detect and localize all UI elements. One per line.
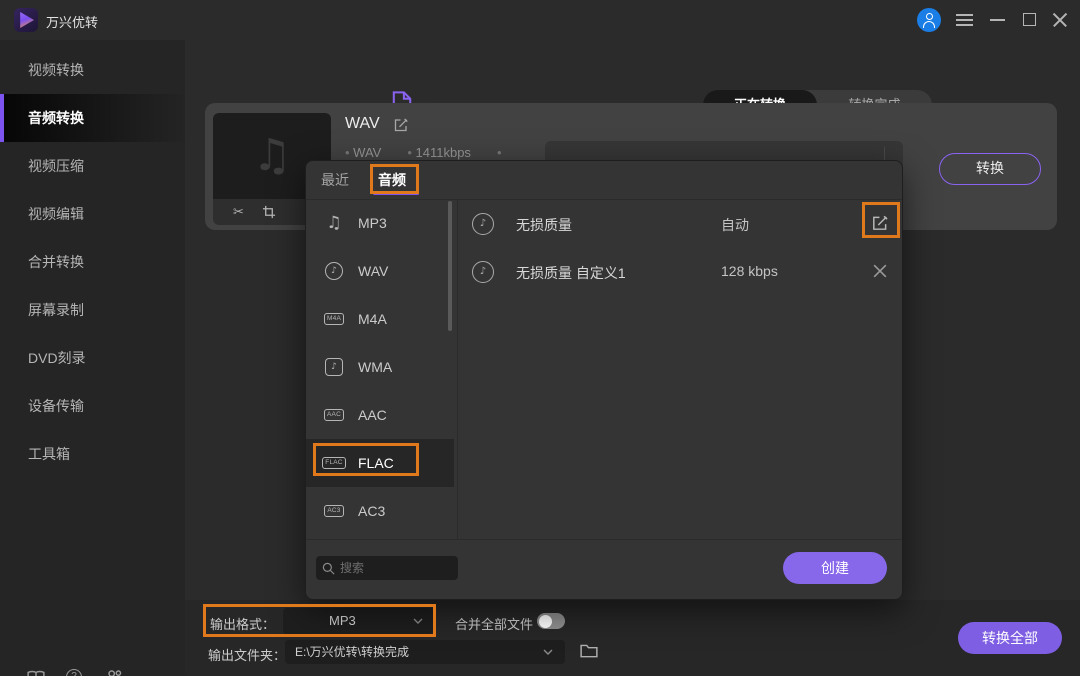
- help-icon[interactable]: ?: [66, 669, 82, 676]
- disc-icon: ♪: [325, 262, 343, 280]
- sidebar-item-video-edit[interactable]: 视频编辑: [0, 190, 185, 238]
- file-title: WAV: [345, 115, 380, 132]
- format-item-wma[interactable]: ♪ WMA: [306, 343, 454, 391]
- format-list-scrollbar[interactable]: [448, 201, 452, 331]
- output-folder-dropdown[interactable]: E:\万兴优转\转换完成: [285, 640, 565, 664]
- rename-edit-icon[interactable]: [393, 117, 409, 133]
- menu-icon[interactable]: [956, 14, 973, 26]
- square-note-icon: ♪: [325, 358, 343, 376]
- output-format-dropdown[interactable]: MP3: [283, 608, 433, 634]
- guide-book-icon[interactable]: [27, 670, 45, 676]
- format-item-m4a[interactable]: M4A M4A: [306, 295, 454, 343]
- format-popup: 最近 音频 ♫ MP3 ♪ WAV M4A M4A ♪ WMA AAC AAC …: [305, 160, 903, 600]
- sidebar-item-dvd-burn[interactable]: DVD刻录: [0, 334, 185, 382]
- edit-quality-icon[interactable]: [871, 214, 889, 232]
- sidebar-item-audio-convert[interactable]: 音频转换: [0, 94, 185, 142]
- sidebar: 视频转换 音频转换 视频压缩 视频编辑 合并转换 屏幕录制 DVD刻录 设备传输…: [0, 40, 185, 676]
- toolbar: 正在转换 转换完成: [185, 40, 1080, 120]
- popup-tab-audio[interactable]: 音频: [378, 170, 406, 190]
- sidebar-item-toolbox[interactable]: 工具箱: [0, 430, 185, 478]
- active-tab-underline: [373, 192, 419, 195]
- minimize-icon[interactable]: [990, 19, 1005, 21]
- format-item-flac[interactable]: FLAC FLAC: [306, 439, 454, 487]
- trim-scissors-icon[interactable]: ✂: [233, 205, 244, 220]
- app-title: 万兴优转: [46, 15, 99, 30]
- format-item-wav[interactable]: ♪ WAV: [306, 247, 454, 295]
- m4a-badge-icon: M4A: [324, 312, 344, 326]
- quality-row-lossless[interactable]: ♪ 无损质量 自动: [457, 203, 902, 247]
- create-button[interactable]: 创建: [783, 552, 887, 584]
- meta-bitrate: 1411kbps: [407, 145, 471, 160]
- open-folder-icon[interactable]: [580, 643, 598, 658]
- music-note-icon: ♫: [252, 130, 292, 181]
- app-logo-icon: [14, 8, 38, 32]
- bottom-bar: 输出格式： MP3 合并全部文件 输出文件夹： E:\万兴优转\转换完成 转换全…: [185, 600, 1080, 676]
- music-notes-icon: ♫: [326, 213, 342, 233]
- sidebar-item-video-compress[interactable]: 视频压缩: [0, 142, 185, 190]
- sidebar-item-device-transfer[interactable]: 设备传输: [0, 382, 185, 430]
- search-input[interactable]: [340, 561, 452, 575]
- chevron-down-icon: [413, 618, 423, 624]
- format-item-ac3[interactable]: AC3 AC3: [306, 487, 454, 535]
- ac3-badge-icon: AC3: [324, 504, 344, 518]
- file-metadata: WAV 1411kbps: [345, 145, 502, 160]
- convert-button[interactable]: 转换: [939, 153, 1041, 185]
- chevron-down-icon: [543, 649, 553, 655]
- quality-row-custom[interactable]: ♪ 无损质量 自定义1 128 kbps: [457, 251, 902, 295]
- format-item-mp3[interactable]: ♫ MP3: [306, 199, 454, 247]
- app-window: 万兴优转 视频转换 音频转换 视频压缩 视频编辑 合并转换 屏幕录制 DVD刻录…: [0, 0, 1080, 676]
- titlebar: 万兴优转: [0, 0, 1080, 40]
- quality-disc-icon: ♪: [472, 213, 494, 235]
- merge-all-label: 合并全部文件: [455, 617, 534, 632]
- delete-quality-icon[interactable]: [873, 264, 887, 278]
- sidebar-item-screen-record[interactable]: 屏幕录制: [0, 286, 185, 334]
- format-search: [316, 556, 458, 580]
- sidebar-item-video-convert[interactable]: 视频转换: [0, 46, 185, 94]
- popup-tab-recent[interactable]: 最近: [321, 170, 349, 190]
- output-format-label: 输出格式：: [210, 617, 276, 632]
- quality-disc-icon: ♪: [472, 261, 494, 283]
- output-folder-label: 输出文件夹：: [208, 648, 287, 663]
- maximize-icon[interactable]: [1023, 13, 1036, 26]
- person-icon: [925, 12, 933, 20]
- aac-badge-icon: AAC: [324, 408, 344, 422]
- format-item-aac[interactable]: AAC AAC: [306, 391, 454, 439]
- sidebar-item-merge-convert[interactable]: 合并转换: [0, 238, 185, 286]
- community-icon[interactable]: [105, 669, 124, 676]
- merge-toggle[interactable]: [537, 613, 565, 629]
- convert-all-button[interactable]: 转换全部: [958, 622, 1062, 654]
- close-icon[interactable]: [1052, 12, 1068, 28]
- meta-format: WAV: [345, 145, 381, 160]
- account-avatar[interactable]: [917, 8, 941, 32]
- search-icon: [322, 562, 335, 575]
- meta-bullet: [497, 145, 502, 160]
- crop-icon[interactable]: [262, 205, 276, 219]
- flac-badge-icon: FLAC: [322, 456, 346, 470]
